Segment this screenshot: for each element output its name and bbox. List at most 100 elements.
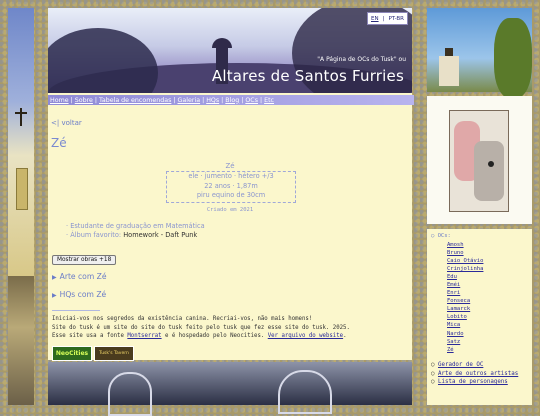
nav-hqs[interactable]: HQs [206, 97, 219, 104]
sidebar: ○ OCs: Amosh Bruno Caio Otávio Crinjolin… [427, 229, 532, 405]
list-item: Fonseca [447, 297, 483, 305]
nav-tabela[interactable]: Tabela de encomendas [99, 97, 171, 104]
nav-bar: Home | Sobre | Tabela de encomendas | Galer… [48, 95, 414, 105]
list-item: Crinjolinha [447, 265, 483, 273]
list-item: Mica [447, 321, 483, 329]
arch-shape [108, 372, 152, 416]
oc-link[interactable]: Satz [447, 339, 460, 345]
nav-ocs[interactable]: OCs [245, 97, 258, 104]
list-item: Caio Otávio [447, 257, 483, 265]
nav-blog[interactable]: Blog [225, 97, 239, 104]
site-title: Altares de Santos Furries [211, 67, 404, 85]
language-switcher: EN | PT-BR [366, 12, 408, 25]
oc-link[interactable]: Edu [447, 274, 457, 280]
lang-en-link[interactable]: EN [371, 16, 379, 22]
font-link[interactable]: Montserrat [127, 333, 161, 339]
bullet: ○ [431, 362, 438, 368]
footer-text: Esse site usa a fonte [52, 333, 128, 339]
section-hq-toggle[interactable]: ▶ HQs com Zé [52, 290, 106, 299]
list-item: Edu [447, 273, 483, 281]
sidebar-links: ○ Gerador de OC ○ Arte de outros artista… [431, 361, 518, 387]
ocs-list: Amosh Bruno Caio Otávio Crinjolinha Edu … [447, 241, 483, 354]
oc-link[interactable]: Bruno [447, 250, 464, 256]
nav-home[interactable]: Home [50, 97, 69, 104]
oc-link[interactable]: Amosh [447, 242, 464, 248]
footer-line: Site do tusk é um site do site do tusk f… [52, 324, 350, 331]
tree-shape [494, 18, 532, 98]
header-banner: EN | PT-BR "A Página de OCs do Tusk" ou … [48, 8, 412, 93]
triangle-right-icon: ▶ [52, 274, 57, 281]
cross-shape [15, 112, 27, 114]
section-art-toggle[interactable]: ▶ Arte com Zé [52, 272, 107, 281]
site-subtitle: "A Página de OCs do Tusk" ou [317, 56, 406, 63]
footer: Iniciai-vos nos segredos da existência c… [52, 315, 350, 341]
oc-link[interactable]: Caio Otávio [447, 258, 483, 264]
oc-link[interactable]: Mica [447, 322, 460, 328]
banner-trees [48, 28, 158, 93]
section-hq-label: HQs com Zé [59, 290, 107, 299]
list-item: Lobito [447, 313, 483, 321]
show-nsfw-button[interactable]: Mostrar obras +18 [52, 255, 117, 265]
list-item: Zé [447, 346, 483, 354]
ocs-heading: ○ OCs: [431, 233, 451, 239]
art-shape [474, 141, 504, 201]
footer-text: . [343, 333, 347, 339]
nav-etc[interactable]: Etc [264, 97, 274, 104]
list-item: Enri [447, 289, 483, 297]
lang-ptbr-link[interactable]: PT-BR [388, 16, 404, 22]
oc-link[interactable]: Lamarck [447, 306, 470, 312]
fact-album-value: Homework - Daft Punk [123, 231, 198, 239]
lang-separator: | [382, 15, 385, 22]
nav-sobre[interactable]: Sobre [75, 97, 93, 104]
info-line: 22 anos · 1,87m [204, 181, 258, 190]
created-date: Criado em 2021 [206, 207, 254, 213]
triangle-right-icon: ▶ [52, 292, 57, 299]
archive-link[interactable]: Ver arquivo do website [268, 333, 343, 339]
window-shape [16, 168, 28, 210]
bullet: ○ [431, 370, 438, 377]
badges: NeoCities Tusk's Tavern [52, 346, 134, 361]
footer-line: Iniciai-vos nos segredos da existência c… [52, 316, 313, 322]
back-link[interactable]: <| voltar [51, 119, 82, 127]
list-item: Amosh [447, 241, 483, 249]
fact-album-label: · Álbum favorito: [66, 231, 124, 239]
other-artists-link[interactable]: Arte de outros artistas [438, 371, 518, 377]
character-name: Zé [225, 162, 235, 170]
character-list-link[interactable]: Lista de personagens [438, 379, 508, 385]
cross-shape [20, 108, 22, 126]
list-item: Satz [447, 338, 483, 346]
footer-text: e é hospedado pelo Neocities. [161, 333, 268, 339]
arch-shape [278, 370, 332, 414]
section-art-label: Arte com Zé [59, 272, 107, 281]
oc-link[interactable]: Crinjolinha [447, 266, 483, 272]
character-artwork [449, 110, 509, 212]
oc-link[interactable]: Fonseca [447, 298, 470, 304]
fact-study: · Estudante de graduação em Matemática [66, 222, 205, 230]
nav-galeria[interactable]: Galeria [178, 97, 201, 104]
divider [52, 310, 100, 311]
info-line: piru equino de 30cm [196, 191, 266, 199]
left-decorative-photo-bottom [8, 276, 34, 405]
oc-link[interactable]: Enri [447, 290, 460, 296]
tusk-badge[interactable]: Tusk's Tavern [94, 346, 134, 361]
oc-link[interactable]: Lobito [447, 314, 467, 320]
oc-link[interactable]: Eméi [447, 282, 460, 288]
character-art-card [427, 96, 532, 224]
oc-generator-link[interactable]: Gerador de OC [438, 362, 483, 368]
right-decorative-photo [427, 8, 532, 98]
oc-link[interactable]: Zé [447, 347, 454, 353]
list-item: Eméi [447, 281, 483, 289]
neocities-badge[interactable]: NeoCities [52, 346, 92, 361]
left-decorative-photo [8, 8, 34, 276]
art-shape [488, 161, 494, 167]
info-line: ele · jumento · hétero +/3 [188, 172, 274, 180]
list-item: Bruno [447, 249, 483, 257]
bottom-decorative-photo [48, 362, 412, 416]
oc-link[interactable]: Nardo [447, 331, 464, 337]
character-facts: · Estudante de graduação em Matemática ·… [66, 222, 205, 240]
church-shape [439, 56, 459, 86]
page-title: Zé [51, 136, 67, 150]
main-panel: EN | PT-BR "A Página de OCs do Tusk" ou … [48, 8, 414, 361]
list-item: Lamarck [447, 305, 483, 313]
bullet: ○ [431, 379, 438, 386]
